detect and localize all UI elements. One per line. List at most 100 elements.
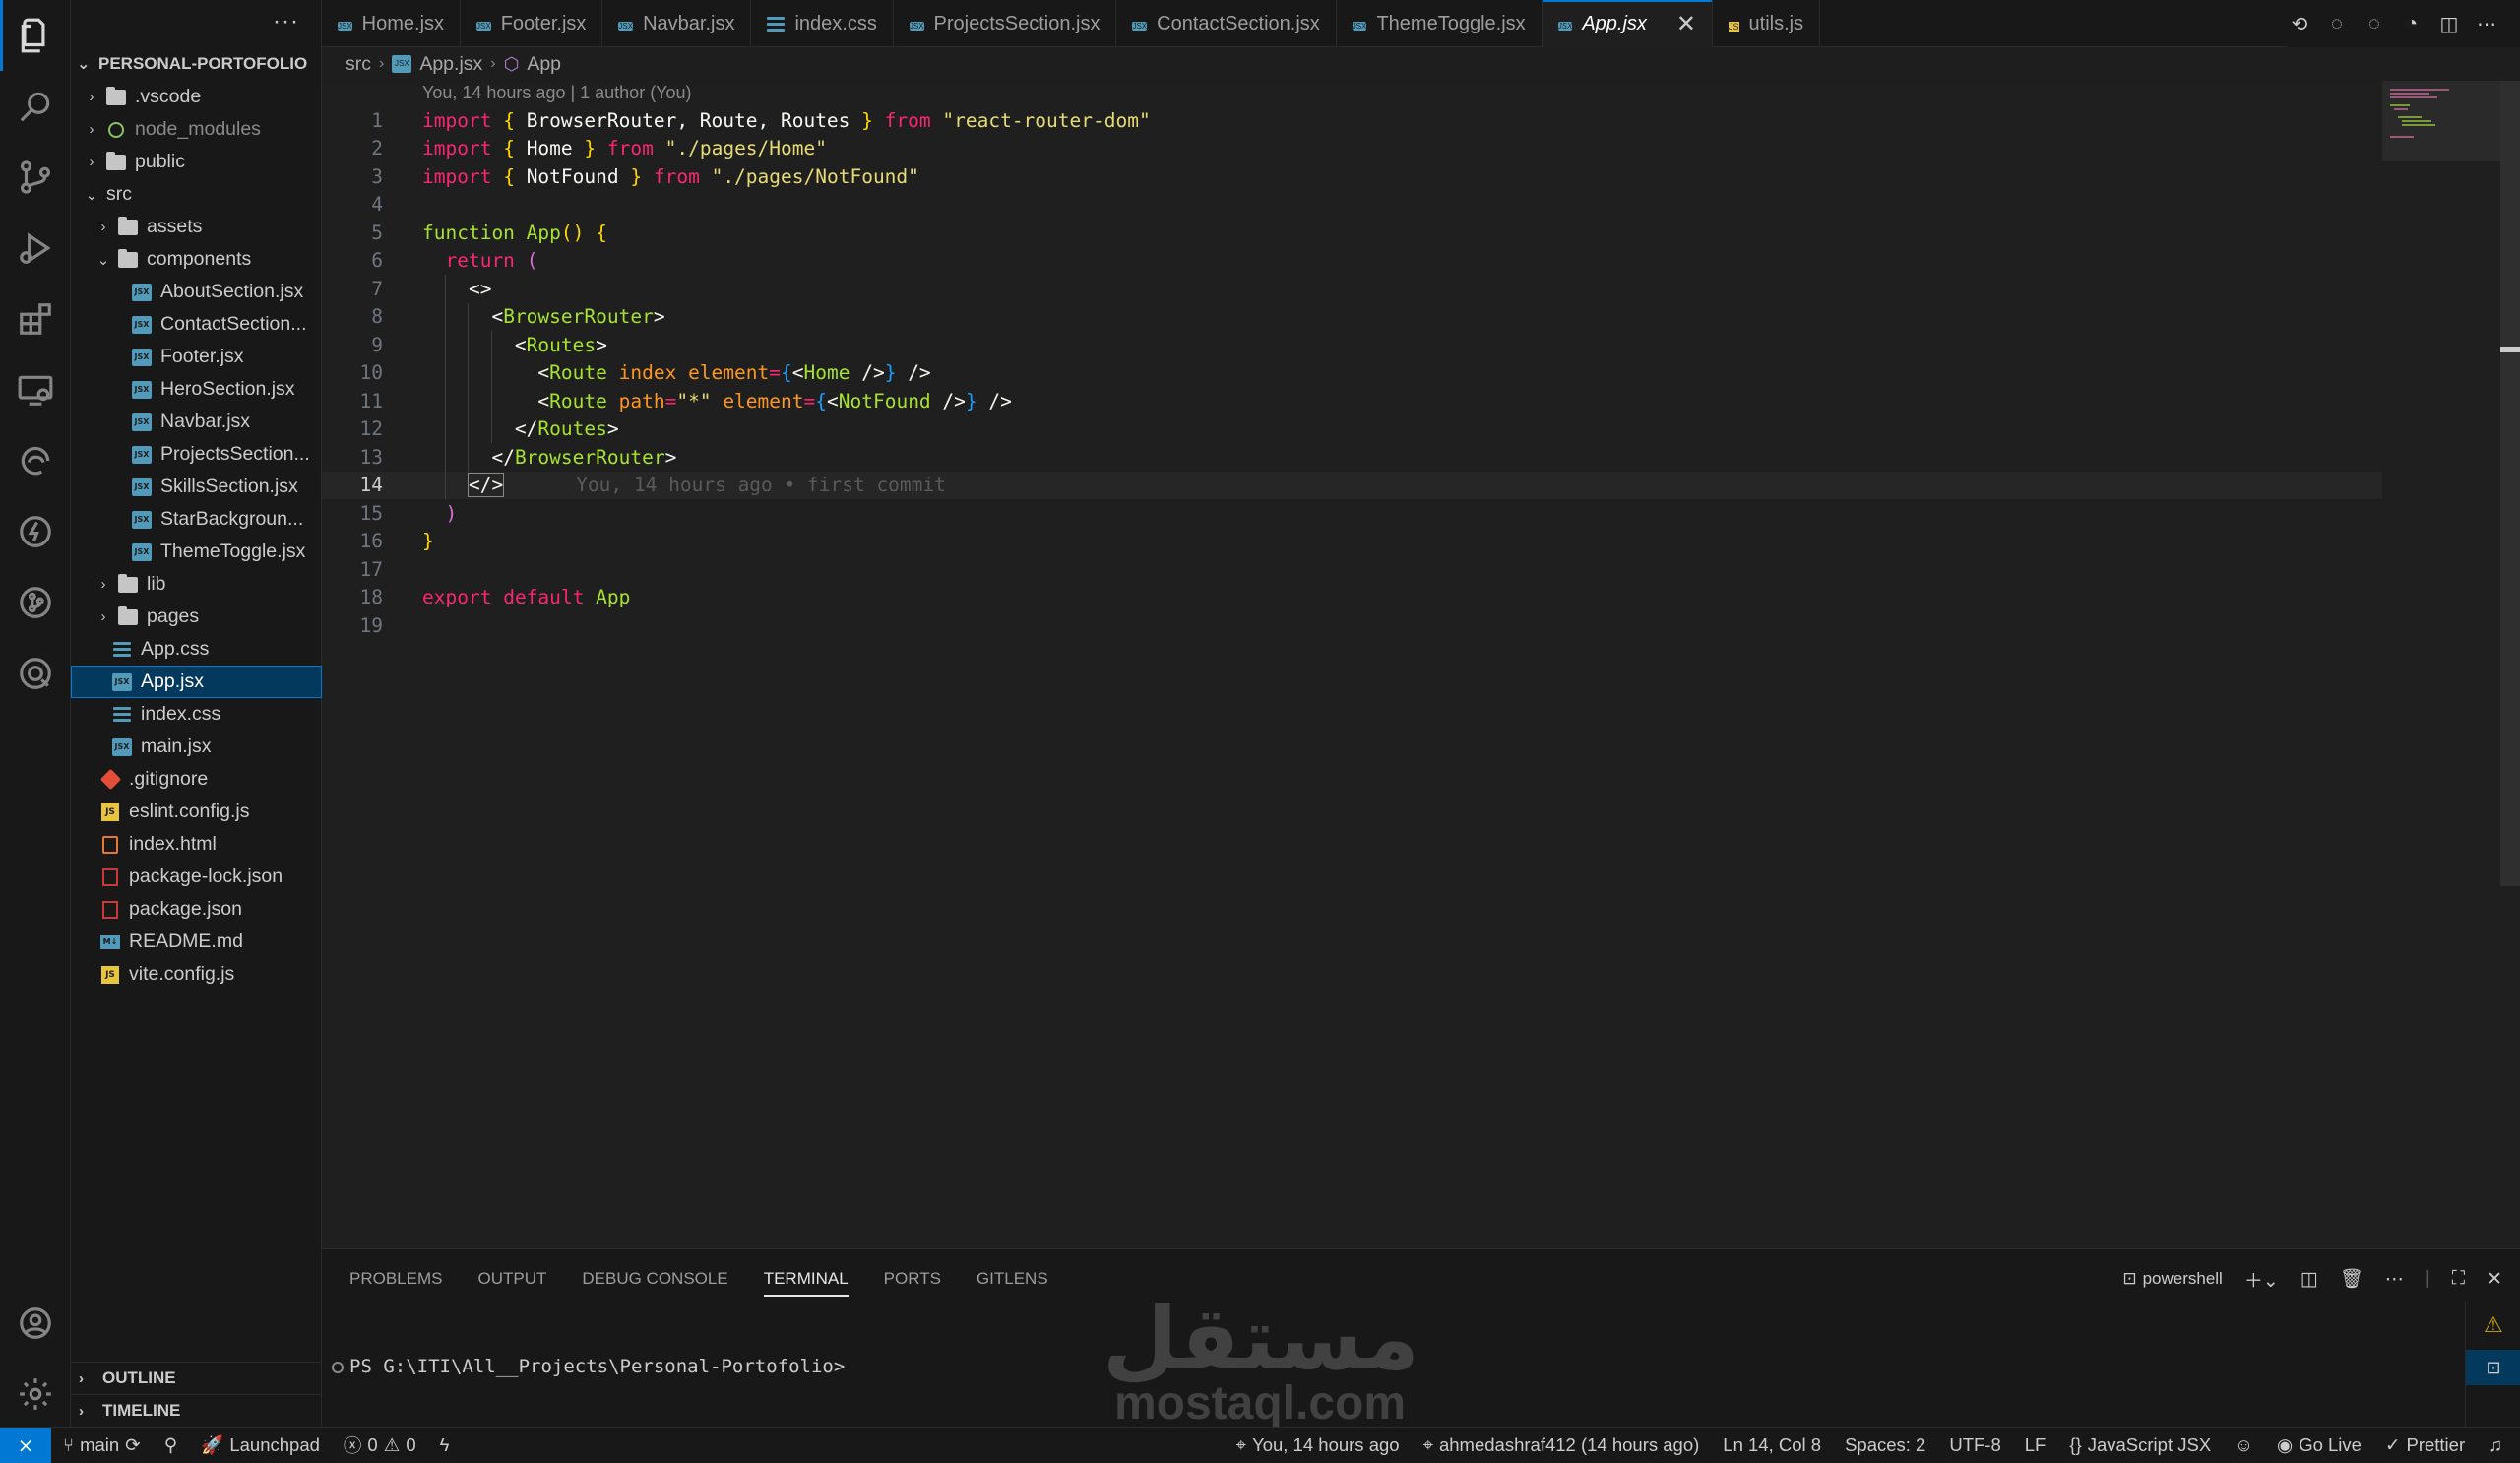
tree-file[interactable]: JS vite.config.js xyxy=(71,958,322,990)
open-changes-icon[interactable]: ◔ xyxy=(2400,12,2424,35)
editor-tab[interactable]: JSX ProjectsSection.jsx xyxy=(894,0,1117,47)
tree-file[interactable]: App.css xyxy=(71,633,322,666)
chevron-right-icon[interactable]: › xyxy=(83,154,100,170)
close-tab-icon[interactable]: ✕ xyxy=(1676,10,1696,38)
code-line[interactable]: 9 <Routes> xyxy=(322,331,2382,359)
tree-file[interactable]: JSX StarBackgroun... xyxy=(71,503,322,536)
close-panel-icon[interactable]: ✕ xyxy=(2487,1268,2502,1291)
go-live-status[interactable]: ◉ Go Live xyxy=(2265,1428,2373,1463)
code-line[interactable]: 17 xyxy=(322,555,2382,584)
chevron-right-icon[interactable]: › xyxy=(83,121,100,138)
gitlens-inspect-icon[interactable] xyxy=(0,638,71,709)
search-icon[interactable] xyxy=(0,71,71,142)
code-line[interactable]: 16} xyxy=(322,528,2382,556)
tree-folder[interactable]: › node_modules xyxy=(71,113,322,146)
explorer-icon[interactable] xyxy=(0,0,71,71)
breadcrumb-folder[interactable]: src xyxy=(346,53,371,76)
extensions-icon[interactable] xyxy=(0,284,71,354)
panel-tab-output[interactable]: OUTPUT xyxy=(477,1249,546,1308)
editor-tab[interactable]: JSX Footer.jsx xyxy=(461,0,603,47)
code-line[interactable]: 13 </BrowserRouter> xyxy=(322,443,2382,472)
outline-section-header[interactable]: › OUTLINE xyxy=(71,1362,322,1394)
more-actions-icon[interactable]: ⋯ xyxy=(2475,12,2498,35)
prettier-status[interactable]: ✓ Prettier xyxy=(2373,1428,2477,1463)
blame-status[interactable]: ⌖ You, 14 hours ago xyxy=(1225,1428,1412,1463)
cursor-position[interactable]: Ln 14, Col 8 xyxy=(1711,1428,1833,1463)
launchpad-status[interactable]: 🚀 Launchpad xyxy=(189,1428,332,1463)
terminal-output[interactable]: PS G:\ITI\All__Projects\Personal-Portofo… xyxy=(332,1356,845,1377)
maximize-panel-icon[interactable]: ⛶ xyxy=(2452,1268,2465,1290)
chevron-right-icon[interactable]: › xyxy=(83,89,100,105)
problems-status[interactable]: ⓧ 0 ⚠ 0 xyxy=(332,1428,428,1463)
language-mode[interactable]: {} JavaScript JSX xyxy=(2057,1428,2223,1463)
new-terminal-icon[interactable]: ＋⌄ xyxy=(2244,1266,2279,1293)
edge-devtools-icon[interactable] xyxy=(0,425,71,496)
code-line[interactable]: 5 function App() { xyxy=(322,219,2382,247)
minimap[interactable] xyxy=(2382,81,2500,161)
codelens-authors[interactable]: You, 14 hours ago | 1 author (You) xyxy=(422,83,692,103)
end-of-line[interactable]: LF xyxy=(2013,1428,2058,1463)
remote-indicator-icon[interactable]: ⨯ xyxy=(0,1427,51,1463)
code-line[interactable]: 10 <Route index element={<Home />} /> xyxy=(322,359,2382,388)
remote-explorer-icon[interactable] xyxy=(0,354,71,425)
live-share-icon[interactable]: ⚲ xyxy=(153,1428,190,1463)
code-line[interactable]: 4 xyxy=(322,191,2382,220)
code-line[interactable]: 18 export default App xyxy=(322,584,2382,612)
tree-folder[interactable]: › assets xyxy=(71,211,322,243)
editor-tab[interactable]: JSX Navbar.jsx xyxy=(602,0,752,47)
lightning-icon[interactable] xyxy=(0,496,71,567)
tree-file[interactable]: JSX ContactSection... xyxy=(71,308,322,341)
breadcrumb-symbol[interactable]: App xyxy=(527,53,561,76)
breadcrumb-file[interactable]: App.jsx xyxy=(419,53,482,76)
tree-file[interactable]: JSX AboutSection.jsx xyxy=(71,276,322,308)
settings-gear-icon[interactable] xyxy=(0,1359,71,1430)
tree-file[interactable]: JSX ThemeToggle.jsx xyxy=(71,536,322,568)
chevron-right-icon[interactable]: › xyxy=(94,576,112,593)
tree-file[interactable]: package-lock.json xyxy=(71,860,322,893)
code-line[interactable]: 15 ) xyxy=(322,499,2382,528)
vertical-scrollbar[interactable] xyxy=(2500,81,2520,886)
warning-icon[interactable]: ⚠ xyxy=(2484,1312,2503,1338)
tree-file[interactable]: JSX Navbar.jsx xyxy=(71,406,322,438)
timeline-section-header[interactable]: › TIMELINE xyxy=(71,1394,322,1427)
panel-tab-problems[interactable]: PROBLEMS xyxy=(349,1249,442,1308)
more-actions-icon[interactable]: ⋯ xyxy=(2385,1268,2404,1291)
branch-status[interactable]: ⑂ main ⟳ xyxy=(51,1428,153,1463)
code-line[interactable]: 1 import { BrowserRouter, Route, Routes }… xyxy=(322,106,2382,135)
code-line[interactable]: 8 <BrowserRouter> xyxy=(322,303,2382,332)
tree-folder[interactable]: ⌄ src xyxy=(71,178,322,211)
editor-tab[interactable]: JSX ContactSection.jsx xyxy=(1116,0,1337,47)
editor-tab[interactable]: index.css xyxy=(751,0,894,47)
notifications-bell-icon[interactable]: ♫ xyxy=(2477,1428,2520,1463)
gitlens-icon[interactable] xyxy=(0,567,71,638)
tree-file[interactable]: JSX HeroSection.jsx xyxy=(71,373,322,406)
indentation[interactable]: Spaces: 2 xyxy=(1833,1428,1937,1463)
tree-file[interactable]: JS eslint.config.js xyxy=(71,795,322,828)
code-line[interactable]: 3 import { NotFound } from "./pages/NotFo… xyxy=(322,162,2382,191)
tree-file[interactable]: JSX Footer.jsx xyxy=(71,341,322,373)
tree-folder[interactable]: › lib xyxy=(71,568,322,601)
tree-file[interactable]: JSX App.jsx xyxy=(71,666,322,698)
sync-icon[interactable]: ⟳ xyxy=(125,1434,141,1456)
code-editor[interactable]: You, 14 hours ago | 1 author (You) 1 impo… xyxy=(322,81,2520,1248)
previous-change-icon[interactable]: ◌ xyxy=(2325,12,2349,35)
tree-file[interactable]: JSX main.jsx xyxy=(71,731,322,763)
code-line[interactable]: 6 return ( xyxy=(322,247,2382,276)
author-status[interactable]: ⌖ ahmedashraf412 (14 hours ago) xyxy=(1412,1428,1712,1463)
chevron-right-icon[interactable]: › xyxy=(94,608,112,625)
panel-tab-ports[interactable]: PORTS xyxy=(884,1249,941,1308)
go-back-icon[interactable]: ⟲ xyxy=(2288,12,2311,35)
tree-file[interactable]: .gitignore xyxy=(71,763,322,795)
editor-tab[interactable]: JSX App.jsx ✕ xyxy=(1542,0,1714,47)
terminal-instance-icon[interactable]: ⊡ xyxy=(2466,1350,2520,1385)
project-folder-header[interactable]: ⌄ PERSONAL-PORTOFOLIO xyxy=(71,47,322,81)
terminal-shell-name[interactable]: powershell xyxy=(2143,1269,2223,1289)
editor-tab[interactable]: JS utils.js xyxy=(1713,0,1821,47)
code-line[interactable]: 19 xyxy=(322,611,2382,640)
code-line[interactable]: 14 </> You, 14 hours ago • first commit xyxy=(322,471,2382,499)
source-control-icon[interactable] xyxy=(0,142,71,213)
editor-tab[interactable]: JSX Home.jsx xyxy=(322,0,462,47)
code-line[interactable]: 11 <Route path="*" element={<NotFound />… xyxy=(322,387,2382,415)
encoding[interactable]: UTF-8 xyxy=(1937,1428,2012,1463)
code-line[interactable]: 7 <> xyxy=(322,275,2382,303)
